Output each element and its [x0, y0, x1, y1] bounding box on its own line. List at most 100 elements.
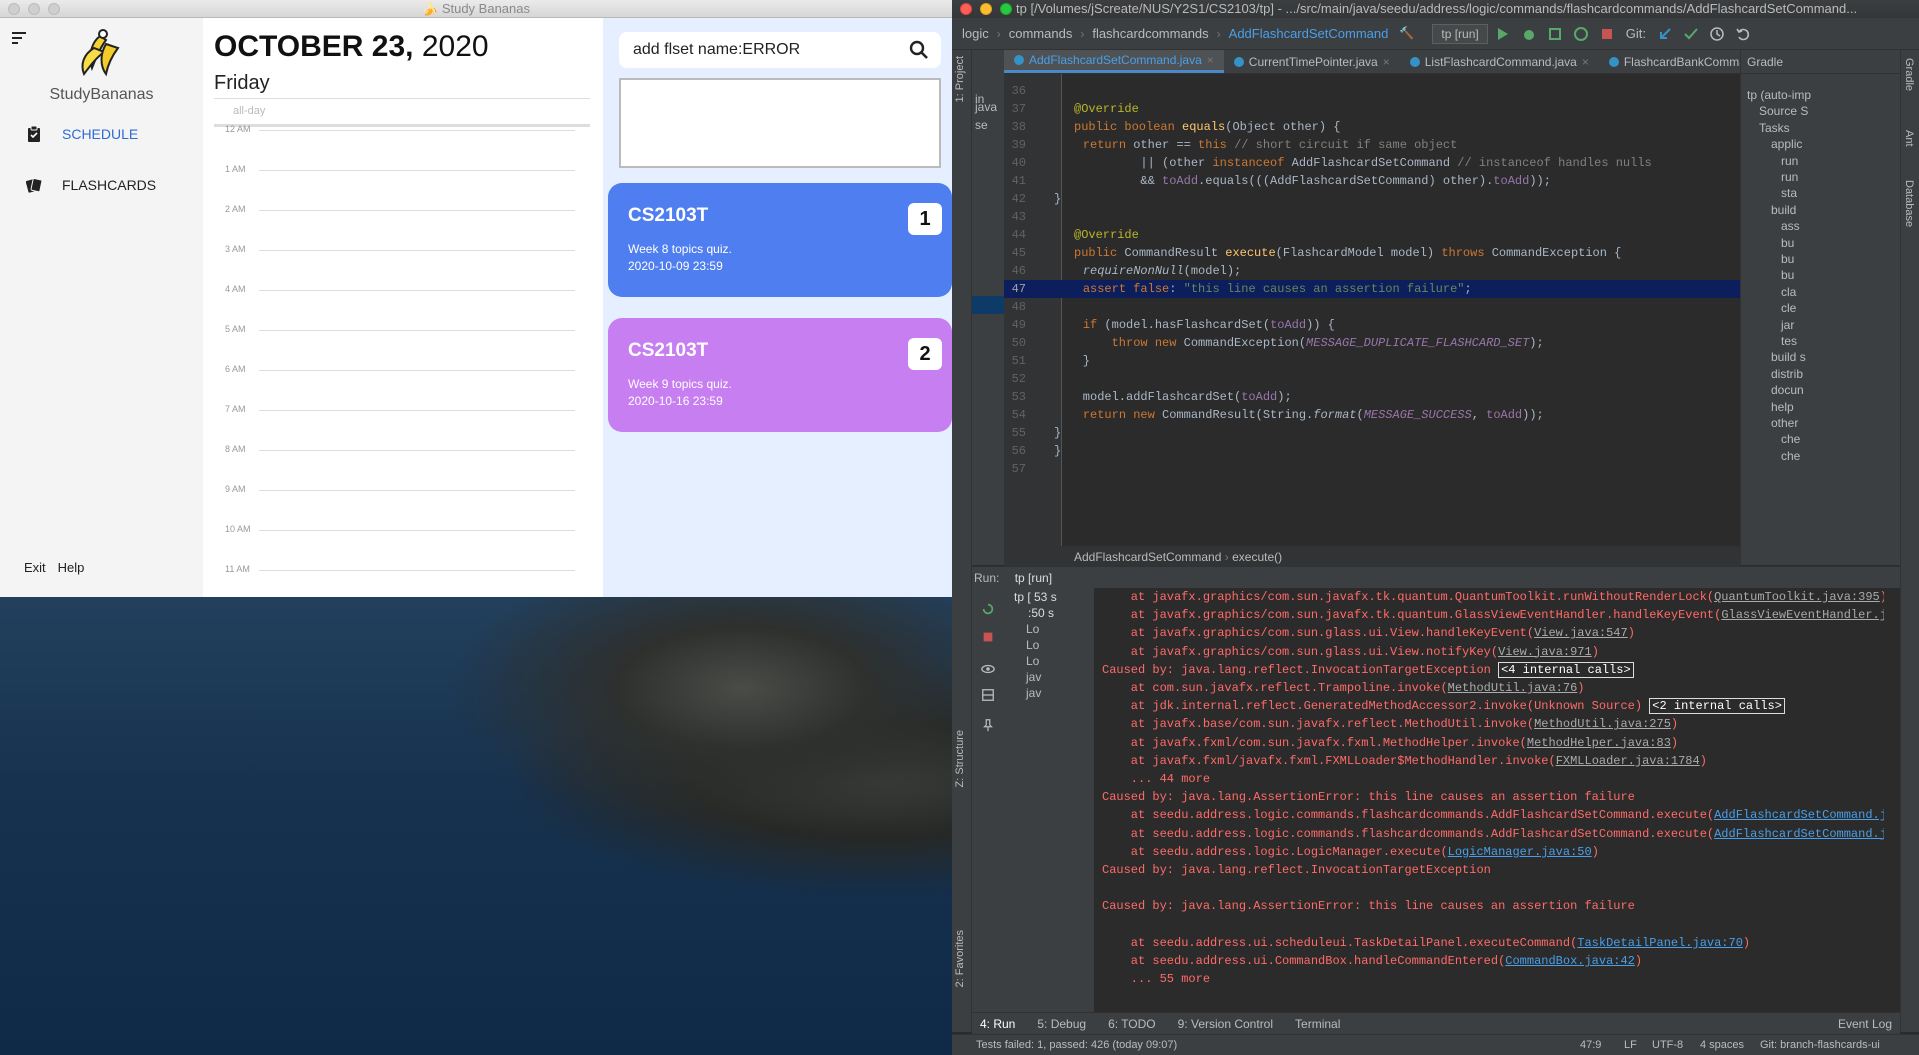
test-tree-item[interactable]: jav	[1026, 670, 1041, 684]
git-commit-icon[interactable]	[1683, 26, 1699, 42]
minimize-button[interactable]	[980, 3, 992, 15]
close-tab-icon[interactable]: ×	[1207, 53, 1214, 67]
help-menu[interactable]: Help	[58, 560, 85, 575]
rerun-icon[interactable]	[981, 602, 995, 616]
test-tree-item[interactable]: Lo	[1026, 654, 1039, 668]
gradle-tree-item[interactable]: jar	[1781, 318, 1794, 332]
tool-tab-ant[interactable]: Ant	[1903, 130, 1915, 147]
task-card[interactable]: CS2103T Week 8 topics quiz. 2020-10-09 23…	[608, 183, 952, 297]
command-input[interactable]: add flset name:ERROR	[619, 32, 941, 68]
git-update-icon[interactable]	[1657, 26, 1673, 42]
breadcrumb-class[interactable]: AddFlashcardSetCommand	[1225, 26, 1393, 41]
gradle-tree-item[interactable]: build s	[1771, 350, 1806, 364]
editor-tab[interactable]: CurrentTimePointer.java ×	[1224, 50, 1400, 73]
test-tree-item[interactable]: tp [ 53 s	[1014, 590, 1057, 604]
gradle-tree-item[interactable]: help	[1771, 400, 1794, 414]
editor-tab[interactable]: AddFlashcardSetCommand.java ×	[1004, 50, 1224, 73]
gradle-tree-item[interactable]: che	[1781, 449, 1800, 463]
gradle-tree-item[interactable]: Tasks	[1759, 121, 1790, 135]
tool-tab-project[interactable]: 1: Project	[954, 56, 966, 102]
zoom-button[interactable]	[48, 3, 60, 15]
project-tree-item[interactable]: se	[975, 118, 988, 132]
revert-icon[interactable]	[1735, 26, 1751, 42]
close-button[interactable]	[960, 3, 972, 15]
gradle-tree-item[interactable]: distrib	[1771, 367, 1803, 381]
exit-menu[interactable]: Exit	[24, 560, 46, 575]
breadcrumb-logic[interactable]: logic	[958, 26, 993, 41]
bottom-tab-terminal[interactable]: Terminal	[1295, 1017, 1340, 1031]
gradle-tree-item[interactable]: build	[1771, 203, 1796, 217]
run-icon[interactable]	[1495, 26, 1511, 42]
status-indent[interactable]: 4 spaces	[1700, 1035, 1744, 1055]
run-console[interactable]: at javafx.graphics/com.sun.javafx.tk.qua…	[1094, 588, 1884, 1012]
editor-breadcrumb-class[interactable]: AddFlashcardSetCommand	[1074, 550, 1221, 564]
close-button[interactable]	[8, 3, 20, 15]
event-log-tab[interactable]: Event Log	[1838, 1017, 1892, 1031]
minimize-button[interactable]	[28, 3, 40, 15]
layout-icon[interactable]	[981, 688, 995, 702]
menu-icon[interactable]	[12, 32, 26, 47]
test-tree-item[interactable]: Lo	[1026, 638, 1039, 652]
debug-icon[interactable]	[1521, 26, 1537, 42]
tool-tab-favorites[interactable]: 2: Favorites	[954, 930, 966, 987]
editor-tab[interactable]: FlashcardBankCommandTes	[1599, 50, 1740, 73]
bottom-tab-debug[interactable]: 5: Debug	[1037, 1017, 1086, 1031]
stop-icon[interactable]	[1599, 26, 1615, 42]
gradle-tree-item[interactable]: ass	[1781, 219, 1800, 233]
code-editor[interactable]: 36 37 @Override 38 public boolean equals(Obj…	[1004, 74, 1740, 546]
task-card[interactable]: CS2103T Week 9 topics quiz. 2020-10-16 23…	[608, 318, 952, 432]
project-tree-item[interactable]: java	[975, 100, 997, 114]
gradle-tree-item[interactable]: cle	[1781, 301, 1796, 315]
sb-window-controls[interactable]	[8, 3, 60, 15]
nav-schedule[interactable]: SCHEDULE	[26, 125, 138, 143]
gradle-tree-item[interactable]: cla	[1781, 285, 1796, 299]
close-tab-icon[interactable]: ×	[1383, 55, 1390, 69]
close-tab-icon[interactable]: ×	[1582, 55, 1589, 69]
test-tree-item[interactable]: :50 s	[1028, 606, 1054, 620]
bottom-tab-vcs[interactable]: 9: Version Control	[1178, 1017, 1273, 1031]
run-config-select[interactable]: tp [run]	[1432, 23, 1488, 44]
status-git-branch[interactable]: Git: branch-flashcards-ui	[1760, 1035, 1880, 1055]
pin-icon[interactable]	[981, 718, 995, 732]
stop-icon[interactable]	[981, 630, 995, 644]
gradle-tree-item[interactable]: tp (auto-imp	[1747, 88, 1811, 102]
zoom-button[interactable]	[1000, 3, 1012, 15]
task-description: Week 9 topics quiz.	[628, 377, 732, 391]
status-encoding[interactable]: UTF-8	[1652, 1035, 1683, 1055]
editor-breadcrumb-method[interactable]: execute()	[1232, 550, 1282, 564]
eye-icon[interactable]	[981, 662, 995, 676]
nav-flashcards[interactable]: FLASHCARDS	[26, 176, 156, 194]
editor-tab[interactable]: ListFlashcardCommand.java ×	[1400, 50, 1599, 73]
history-icon[interactable]	[1709, 26, 1725, 42]
gradle-tree-item[interactable]: run	[1781, 170, 1798, 184]
test-tree-item[interactable]: jav	[1026, 686, 1041, 700]
search-icon[interactable]	[909, 40, 929, 60]
test-tree-item[interactable]: Lo	[1026, 622, 1039, 636]
gradle-tree-item[interactable]: run	[1781, 154, 1798, 168]
hammer-icon[interactable]: 🔨	[1399, 26, 1415, 42]
run-tab[interactable]: tp [run]	[1015, 571, 1052, 585]
status-caret-pos[interactable]: 47:9	[1580, 1035, 1601, 1055]
gradle-tree-item[interactable]: applic	[1771, 137, 1802, 151]
ij-window-controls[interactable]	[960, 3, 1012, 15]
status-line-sep[interactable]: LF	[1624, 1035, 1637, 1055]
gradle-tree-item[interactable]: che	[1781, 432, 1800, 446]
gradle-tree-item[interactable]: sta	[1781, 186, 1797, 200]
gradle-tree-item[interactable]: bu	[1781, 252, 1794, 266]
tool-tab-structure[interactable]: Z: Structure	[954, 730, 966, 787]
gradle-tree-item[interactable]: Source S	[1759, 104, 1808, 118]
project-pane: in java se	[972, 50, 1004, 565]
tool-tab-database[interactable]: Database	[1903, 180, 1915, 227]
breadcrumb-flashcardcommands[interactable]: flashcardcommands	[1088, 26, 1212, 41]
coverage-icon[interactable]	[1547, 26, 1563, 42]
profile-icon[interactable]	[1573, 26, 1589, 42]
bottom-tab-todo[interactable]: 6: TODO	[1108, 1017, 1156, 1031]
gradle-tree-item[interactable]: docun	[1771, 383, 1804, 397]
breadcrumb-commands[interactable]: commands	[1005, 26, 1077, 41]
gradle-tree-item[interactable]: tes	[1781, 334, 1797, 348]
gradle-tree-item[interactable]: other	[1771, 416, 1798, 430]
gradle-tree-item[interactable]: bu	[1781, 268, 1794, 282]
gradle-tree-item[interactable]: bu	[1781, 236, 1794, 250]
bottom-tab-run[interactable]: 4: Run	[980, 1017, 1015, 1031]
tool-tab-gradle[interactable]: Gradle	[1903, 58, 1915, 91]
